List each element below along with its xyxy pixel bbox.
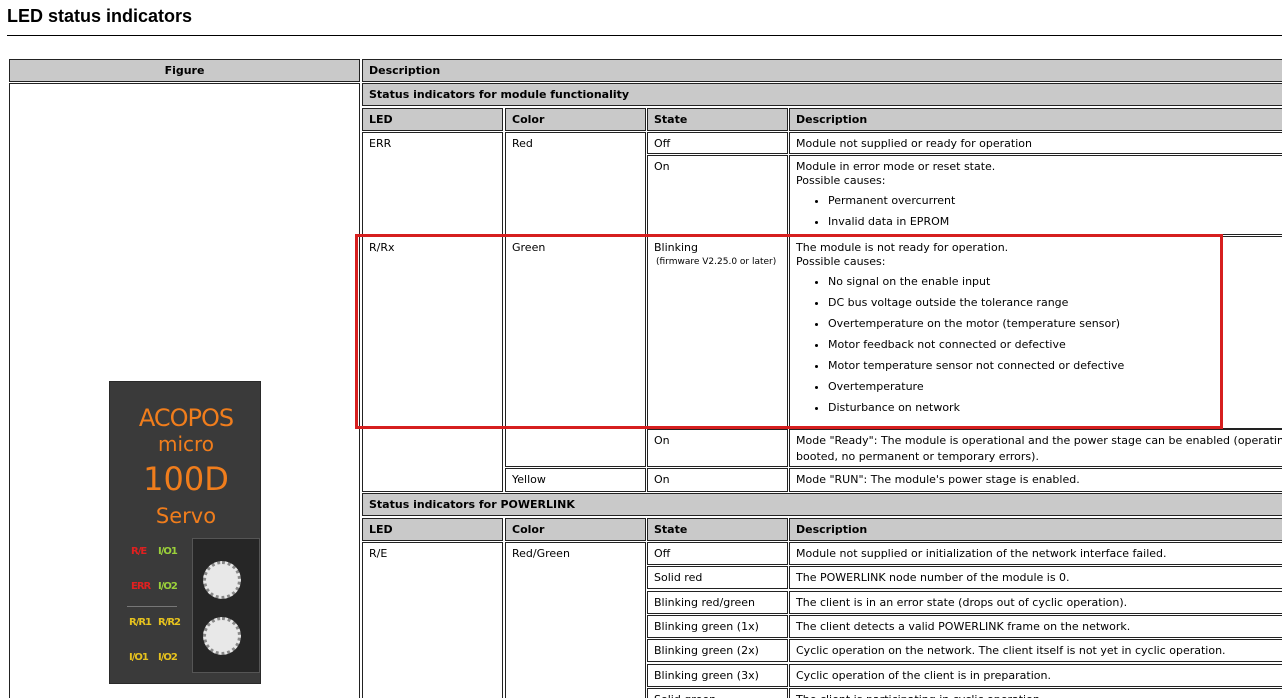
pl-desc-5: Cyclic operation of the client is in pre…	[789, 664, 1282, 687]
description-header: Description	[362, 59, 1282, 82]
figure-header: Figure	[9, 59, 360, 82]
node-switch-high-icon	[203, 561, 241, 599]
pl-desc-1: The POWERLINK node number of the module …	[789, 566, 1282, 589]
led-re-label: R/E	[131, 546, 147, 557]
rrx-on-desc: Mode "Ready": The module is operational …	[789, 429, 1282, 467]
title-rule	[7, 35, 1282, 36]
err-on-state: On	[647, 155, 788, 235]
err-on-desc: Module in error mode or reset state. Pos…	[789, 155, 1282, 235]
led-rr2-label: R/R2	[158, 617, 181, 628]
err-on-desc-text: Module in error mode or reset state.	[796, 160, 996, 173]
rrx-on-state: On	[647, 429, 788, 467]
g1-header-state: State	[647, 108, 788, 131]
rrx-on-desc-line2: booted, no permanent or temporary errors…	[796, 450, 1039, 463]
g1-header-color: Color	[505, 108, 646, 131]
led-io1b-label: I/O1	[129, 652, 149, 663]
group2-title: Status indicators for POWERLINK	[362, 493, 1282, 516]
device-led-separator	[127, 606, 177, 607]
pl-state-2: Blinking red/green	[647, 591, 788, 614]
pl-desc-3: The client detects a valid POWERLINK fra…	[789, 615, 1282, 638]
led-io1-label: I/O1	[158, 546, 178, 557]
g2-header-led: LED	[362, 518, 503, 541]
g2-header-color: Color	[505, 518, 646, 541]
g1-header-description: Description	[789, 108, 1282, 131]
g2-header-state: State	[647, 518, 788, 541]
pl-state-6: Solid green	[647, 688, 788, 698]
list-item: Permanent overcurrent	[828, 194, 1282, 208]
g2-header-description: Description	[789, 518, 1282, 541]
rrx-yellow-state: On	[647, 468, 788, 492]
pl-desc-2: The client is in an error state (drops o…	[789, 591, 1282, 614]
led-io2-label: I/O2	[158, 581, 178, 592]
pl-state-3: Blinking green (1x)	[647, 615, 788, 638]
err-on-causes-label: Possible causes:	[796, 174, 886, 187]
err-off-state: Off	[647, 132, 788, 154]
err-off-desc: Module not supplied or ready for operati…	[789, 132, 1282, 154]
err-on-causes-list: Permanent overcurrent Invalid data in EP…	[796, 194, 1282, 229]
pl-desc-4: Cyclic operation on the network. The cli…	[789, 639, 1282, 662]
node-switch-low-icon	[203, 617, 241, 655]
pl-desc-0: Module not supplied or initialization of…	[789, 542, 1282, 565]
acopos-device-image: ACOPOS micro 100D Servo R/E I/O1 ERR I/O…	[109, 381, 261, 684]
list-item: Invalid data in EPROM	[828, 215, 1282, 229]
pl-led: R/E	[362, 542, 503, 698]
pl-state-4: Blinking green (2x)	[647, 639, 788, 662]
node-switch-panel	[192, 538, 260, 673]
pl-desc-6: The client is participating in cyclic op…	[789, 688, 1282, 698]
led-rr1-label: R/R1	[129, 617, 152, 628]
page-title: LED status indicators	[7, 6, 193, 26]
err-color: Red	[505, 132, 646, 235]
device-subbrand: micro	[157, 432, 215, 456]
err-led: ERR	[362, 132, 503, 235]
pl-state-1: Solid red	[647, 566, 788, 589]
led-err-label: ERR	[131, 581, 151, 592]
rrx-yellow-desc: Mode "RUN": The module's power stage is …	[789, 468, 1282, 492]
led-io2b-label: I/O2	[158, 652, 178, 663]
rrx-green-cont	[505, 429, 646, 467]
rrx-yellow-color: Yellow	[505, 468, 646, 492]
g1-header-led: LED	[362, 108, 503, 131]
pl-state-0: Off	[647, 542, 788, 565]
highlight-box	[355, 234, 1223, 429]
pl-state-5: Blinking green (3x)	[647, 664, 788, 687]
device-model: 100D	[143, 460, 229, 498]
group1-title: Status indicators for module functionali…	[362, 83, 1282, 106]
pl-color: Red/Green	[505, 542, 646, 698]
rrx-on-desc-line1: Mode "Ready": The module is operational …	[796, 434, 1282, 447]
device-brand: ACOPOS	[138, 404, 234, 432]
device-type: Servo	[155, 504, 217, 528]
